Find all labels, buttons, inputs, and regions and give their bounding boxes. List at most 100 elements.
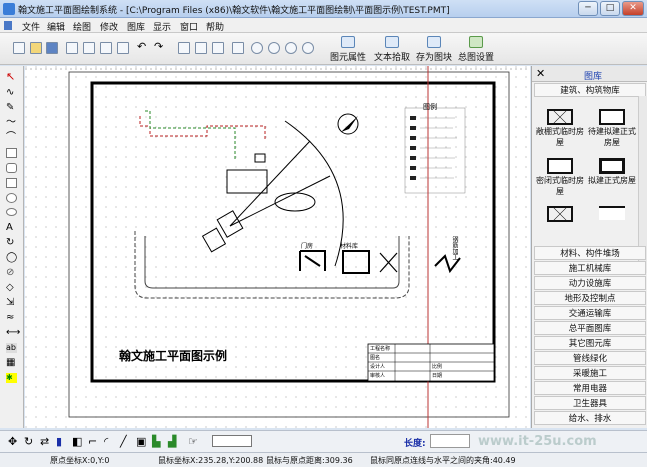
status-origin: 原点坐标X:0,Y:0 [50, 456, 110, 465]
library-panel: ✕ 图库 建筑、构筑物库 敞棚式临时房屋 待建拟建正式房屋 密闭式临时房屋 拟建… [531, 66, 647, 428]
layout-icon[interactable] [232, 42, 244, 54]
category-item[interactable]: 总平面图库 [534, 321, 646, 335]
line-style-select[interactable] [212, 435, 252, 447]
ab-text-icon[interactable]: ab [6, 343, 17, 353]
paste-icon[interactable] [117, 42, 129, 54]
close-panel-icon[interactable]: ✕ [536, 67, 545, 80]
category-buildings[interactable]: 建筑、构筑物库 [534, 83, 646, 97]
menu-view[interactable]: 显示 [153, 20, 171, 33]
dimension-icon[interactable]: ⟷ [6, 328, 20, 338]
polyline-icon[interactable]: ∿ [6, 88, 17, 98]
pencil-icon[interactable]: ✎ [6, 103, 17, 113]
category-item[interactable]: 动力设施库 [534, 276, 646, 290]
crane-icon[interactable]: ▟ [168, 435, 176, 448]
rotate-icon[interactable]: ↻ [6, 238, 17, 248]
minimize-button[interactable]: ─ [578, 1, 598, 16]
square-icon[interactable] [6, 178, 17, 188]
arc-icon[interactable]: ⌒ [6, 133, 17, 143]
rotate-cw-icon[interactable]: ↻ [24, 435, 33, 448]
wave-icon[interactable]: ≈ [6, 313, 17, 323]
align-left-icon[interactable]: ◧ [72, 435, 82, 448]
label-rebar: 钢筋加工 [451, 236, 458, 260]
category-item[interactable]: 施工机械库 [534, 261, 646, 275]
status-angle: 鼠标同原点连线与水平之间的夹角:40.49 [370, 456, 516, 465]
menu-modify[interactable]: 修改 [100, 20, 118, 33]
category-item[interactable]: 地形及控制点 [534, 291, 646, 305]
category-item[interactable]: 材料、构件堆场 [534, 246, 646, 260]
menu-library[interactable]: 图库 [127, 20, 145, 33]
arc-tool-icon[interactable]: ◜ [104, 435, 108, 448]
menu-window[interactable]: 窗口 [180, 20, 198, 33]
circle-icon[interactable] [6, 193, 17, 203]
corner-icon[interactable]: ⌐ [88, 435, 97, 448]
symbol-item[interactable]: 敞棚式临时房屋 [534, 109, 586, 148]
flip-icon[interactable]: ⇄ [40, 435, 49, 448]
pointer-icon[interactable]: ☞ [188, 435, 198, 448]
menu-draw[interactable]: 绘图 [73, 20, 91, 33]
category-item[interactable]: 采暖施工 [534, 366, 646, 380]
element-props-button[interactable]: 图元属性 [328, 36, 368, 63]
undo-icon[interactable]: ↶ [137, 41, 149, 54]
rounded-rect-icon[interactable] [6, 163, 17, 173]
copy-icon[interactable] [100, 42, 112, 54]
select-arrow-icon[interactable]: ↖ [6, 71, 17, 82]
menu-edit[interactable]: 编辑 [47, 20, 65, 33]
ellipse-icon[interactable] [6, 208, 17, 216]
menu-help[interactable]: 帮助 [206, 20, 224, 33]
save-icon[interactable] [46, 42, 58, 54]
title-block-cell: 日期 [432, 373, 443, 379]
symbol-item[interactable]: 拟建正式房屋 [586, 158, 638, 186]
title-block-cell: 工程名称 [370, 346, 391, 352]
print-preview-icon[interactable] [66, 42, 78, 54]
save-block-button[interactable]: 存为图块 [414, 36, 454, 63]
zoom-window-icon[interactable] [285, 42, 297, 54]
category-item[interactable]: 其它图元库 [534, 336, 646, 350]
redo-icon[interactable]: ↷ [154, 41, 166, 54]
grid-table-icon[interactable]: ▦ [6, 358, 17, 368]
align-icon[interactable] [178, 42, 190, 54]
drawing-canvas[interactable]: 翰文施工平面图示例 图例 门房 材料库 钢筋加工 工程名称 图名 设计人 审核人… [25, 66, 530, 428]
new-file-icon[interactable] [13, 42, 25, 54]
symbol-item[interactable] [586, 206, 638, 221]
symbol-item[interactable]: 待建拟建正式房屋 [586, 109, 638, 148]
open-folder-icon[interactable] [30, 42, 42, 54]
doc-icon [4, 21, 12, 30]
figure-icon[interactable]: ✱ [6, 373, 17, 383]
symbol-item[interactable] [534, 206, 586, 223]
category-item[interactable]: 交通运输库 [534, 306, 646, 320]
category-item[interactable]: 给水、排水 [534, 411, 646, 425]
hatch-icon[interactable]: ⊘ [6, 268, 17, 278]
category-item[interactable]: 管线绿化 [534, 351, 646, 365]
window-title: 翰文施工平面图绘制系统 - [C:\Program Files (x86)\翰文… [18, 6, 450, 16]
move-icon[interactable]: ✥ [8, 435, 17, 448]
rectangle-icon[interactable] [6, 148, 17, 158]
symbol-item[interactable]: 密闭式临时房屋 [534, 158, 586, 197]
ring-icon[interactable]: ◯ [6, 253, 17, 263]
text-tool-icon[interactable]: A [6, 223, 17, 233]
zoom-all-icon[interactable] [302, 42, 314, 54]
text-pick-button[interactable]: 文本拾取 [372, 36, 412, 63]
status-mouse: 鼠标坐标X:235.28,Y:200.88 [158, 456, 264, 465]
measure-icon[interactable]: ⇲ [6, 298, 17, 308]
draw-tools-palette: ↖ ∿ ✎ 〜 ⌒ A ↻ ◯ ⊘ ◇ ⇲ ≈ ⟷ ab ▦ ✱ [0, 66, 24, 428]
label-gatehouse: 门房 [301, 243, 314, 250]
close-button[interactable]: ✕ [622, 1, 644, 16]
mirror-icon[interactable]: ▮ [56, 435, 62, 448]
window-layout-icon[interactable] [212, 42, 224, 54]
maximize-button[interactable]: □ [600, 1, 620, 16]
zoom-in-icon[interactable] [251, 42, 263, 54]
cut-icon[interactable] [83, 42, 95, 54]
category-item[interactable]: 常用电器 [534, 381, 646, 395]
diamond-icon[interactable]: ◇ [6, 283, 17, 293]
category-item[interactable]: 卫生器具 [534, 396, 646, 410]
truck-icon[interactable]: ▙ [152, 435, 160, 448]
title-bar: 翰文施工平面图绘制系统 - [C:\Program Files (x86)\翰文… [0, 0, 647, 18]
drawing-settings-button[interactable]: 总图设置 [456, 36, 496, 63]
length-input[interactable] [430, 434, 470, 448]
line-icon[interactable]: ╱ [120, 435, 127, 448]
zoom-out-icon[interactable] [268, 42, 280, 54]
curve-icon[interactable]: 〜 [6, 118, 17, 128]
grid-icon[interactable] [195, 42, 207, 54]
frame-icon[interactable]: ▣ [136, 435, 146, 448]
menu-file[interactable]: 文件 [22, 20, 40, 33]
